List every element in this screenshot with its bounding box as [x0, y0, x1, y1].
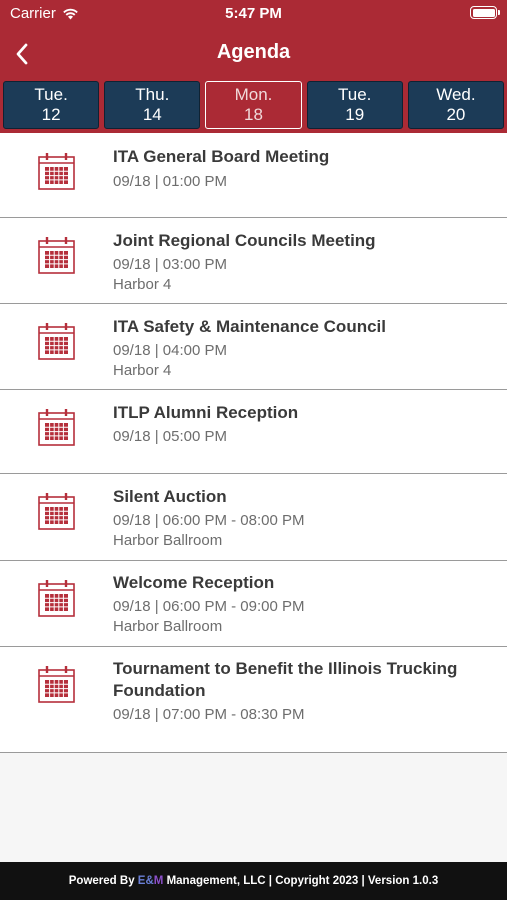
date-tab-day: 20 — [446, 105, 466, 124]
date-tab-tue-12[interactable]: Tue. 12 — [3, 81, 100, 129]
event-time: 09/18 | 07:00 PM - 08:30 PM — [113, 706, 305, 723]
event-time: 09/18 | 01:00 PM — [113, 173, 227, 190]
event-time: 09/18 | 04:00 PM — [113, 342, 227, 359]
date-tab-day: 18 — [244, 105, 263, 124]
calendar-icon — [38, 153, 75, 190]
date-tab-tue-19[interactable]: Tue. 19 — [306, 81, 403, 129]
footer-brand-e: E& — [137, 875, 154, 887]
status-bar: Carrier 5:47 PM — [0, 0, 507, 28]
agenda-item-text: Tournament to Benefit the Illinois Truck… — [113, 658, 487, 725]
event-time: 09/18 | 06:00 PM - 08:00 PM — [113, 512, 305, 529]
page-title: Agenda — [216, 41, 291, 63]
event-time: 09/18 | 05:00 PM — [113, 428, 227, 445]
footer-suffix: Management, LLC | Copyright 2023 | Versi… — [163, 875, 439, 887]
agenda-item-text: ITA General Board Meeting 09/18 | 01:00 … — [113, 146, 487, 192]
agenda-item-text: Joint Regional Councils Meeting 09/18 | … — [113, 230, 487, 295]
status-time: 5:47 PM — [225, 5, 282, 22]
agenda-item[interactable]: Silent Auction 09/18 | 06:00 PM - 08:00 … — [0, 474, 507, 561]
agenda-item[interactable]: Tournament to Benefit the Illinois Truck… — [0, 647, 507, 753]
event-title: Silent Auction — [113, 487, 227, 506]
date-tab-day: 12 — [41, 105, 61, 124]
calendar-icon — [38, 409, 75, 446]
battery-icon — [470, 6, 500, 19]
event-title: Tournament to Benefit the Illinois Truck… — [113, 659, 458, 700]
agenda-item-text: Welcome Reception 09/18 | 06:00 PM - 09:… — [113, 572, 487, 637]
event-location: Harbor Ballroom — [113, 618, 223, 635]
app-header: Carrier 5:47 PM Agenda — [0, 0, 507, 78]
calendar-icon — [38, 323, 75, 360]
event-time: 09/18 | 06:00 PM - 09:00 PM — [113, 598, 305, 615]
event-title: Joint Regional Councils Meeting — [113, 231, 376, 250]
event-location: Harbor Ballroom — [113, 532, 223, 549]
date-tab-thu-14[interactable]: Thu. 14 — [104, 81, 201, 129]
date-tab-weekday: Mon. — [234, 85, 273, 104]
event-time: 09/18 | 03:00 PM — [113, 256, 227, 273]
calendar-icon — [38, 493, 75, 530]
calendar-icon — [38, 666, 75, 703]
event-title: ITA Safety & Maintenance Council — [113, 317, 386, 336]
agenda-item[interactable]: Welcome Reception 09/18 | 06:00 PM - 09:… — [0, 561, 507, 647]
footer-brand-m: M — [153, 875, 164, 887]
event-location: Harbor 4 — [113, 276, 172, 293]
date-tab-mon-18[interactable]: Mon. 18 — [205, 81, 302, 129]
date-tab-weekday: Tue. — [338, 85, 372, 104]
agenda-item[interactable]: ITA Safety & Maintenance Council 09/18 |… — [0, 304, 507, 390]
calendar-icon — [38, 237, 75, 274]
date-tab-wed-20[interactable]: Wed. 20 — [407, 81, 505, 129]
date-tab-day: 19 — [345, 105, 365, 124]
agenda-item-text: ITLP Alumni Reception 09/18 | 05:00 PM — [113, 402, 487, 447]
event-location: Harbor 4 — [113, 362, 172, 379]
agenda-item[interactable]: Joint Regional Councils Meeting 09/18 | … — [0, 218, 507, 304]
date-tab-weekday: Wed. — [436, 85, 476, 104]
agenda-item-text: Silent Auction 09/18 | 06:00 PM - 08:00 … — [113, 486, 487, 551]
agenda-list: ITA General Board Meeting 09/18 | 01:00 … — [0, 133, 507, 753]
date-tab-weekday: Tue. — [34, 85, 68, 104]
agenda-item[interactable]: ITLP Alumni Reception 09/18 | 05:00 PM — [0, 390, 507, 474]
calendar-icon — [38, 580, 75, 617]
date-tab-weekday: Thu. — [135, 85, 170, 104]
event-title: ITA General Board Meeting — [113, 147, 330, 166]
event-title: Welcome Reception — [113, 573, 275, 592]
footer-bar: Powered By E& M Management, LLC | Copyri… — [0, 862, 507, 900]
event-title: ITLP Alumni Reception — [113, 403, 299, 422]
agenda-item[interactable]: ITA General Board Meeting 09/18 | 01:00 … — [0, 133, 507, 218]
date-tab-day: 14 — [142, 105, 162, 124]
date-tab-bar: Tue. 12 Thu. 14 Mon. 18 Tue. 19 Wed. 20 — [0, 78, 507, 133]
agenda-item-text: ITA Safety & Maintenance Council 09/18 |… — [113, 316, 487, 381]
footer-prefix: Powered By — [68, 875, 138, 887]
